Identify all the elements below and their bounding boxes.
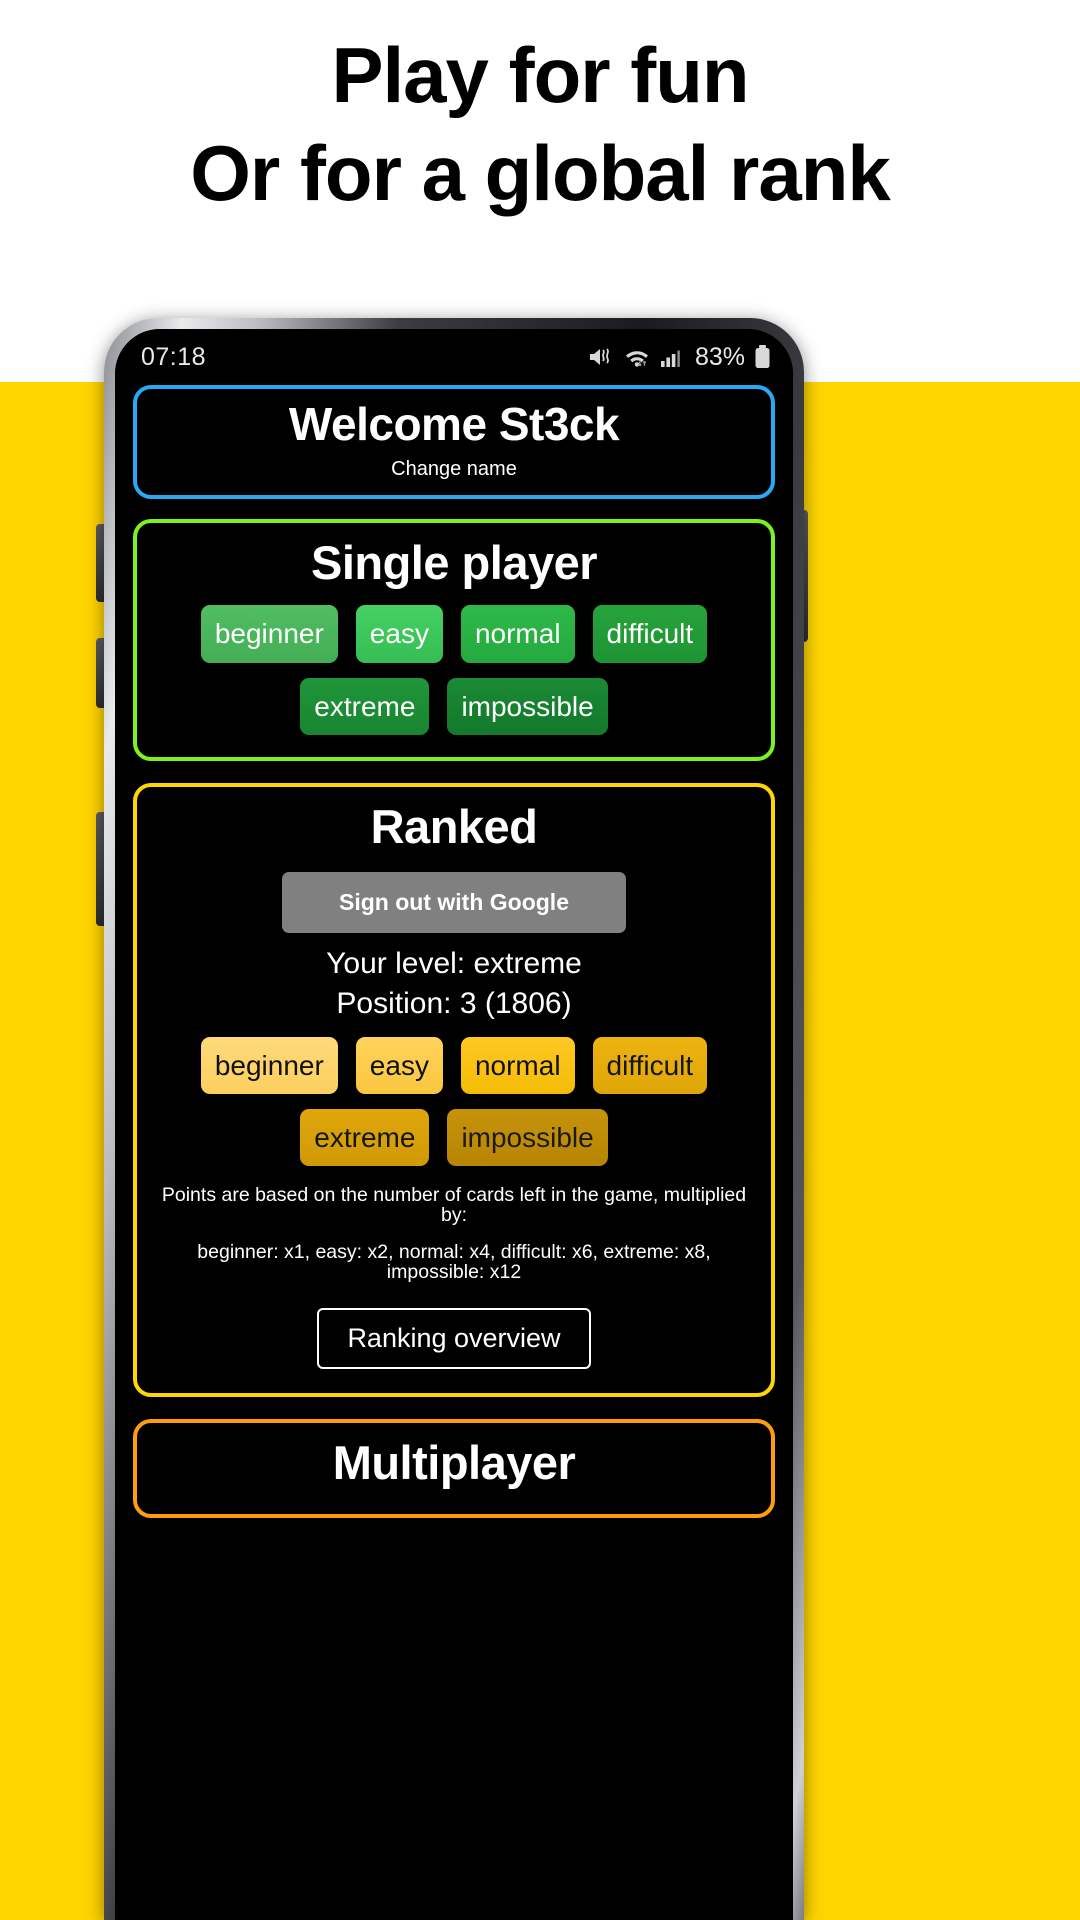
change-name-link[interactable]: Change name — [147, 458, 761, 481]
single-player-card: Single player beginner easy normal diffi… — [133, 518, 775, 761]
ranked-normal-button[interactable]: normal — [460, 1036, 575, 1094]
points-explanation-line2: beginner: x1, easy: x2, normal: x4, diff… — [197, 1241, 711, 1283]
welcome-title: Welcome St3ck — [288, 398, 620, 450]
ranked-difficulty-row-1: beginner easy normal difficult — [147, 1036, 761, 1094]
phone-mockup-frame: 07:18 83% Welcome St3ck Change name Sing… — [104, 318, 804, 1920]
app-screen: 07:18 83% Welcome St3ck Change name Sing… — [115, 329, 793, 1920]
single-player-easy-button[interactable]: easy — [355, 605, 443, 663]
points-explanation: Points are based on the number of cards … — [147, 1186, 761, 1282]
single-player-title: Single player — [310, 535, 598, 589]
promo-headline: Play for fun Or for a global rank — [0, 26, 1080, 223]
single-player-impossible-button[interactable]: impossible — [447, 677, 608, 735]
screenshot-root: Play for fun Or for a global rank 07:18 — [0, 0, 1080, 1920]
battery-percent-label: 83% — [694, 342, 745, 371]
status-bar-clock: 07:18 — [141, 342, 207, 371]
ranked-beginner-button[interactable]: beginner — [200, 1036, 338, 1094]
single-player-difficulty-row-2: extreme impossible — [147, 677, 761, 735]
volume-mute-vibrate-icon — [588, 345, 614, 369]
single-player-extreme-button[interactable]: extreme — [300, 677, 430, 735]
single-player-beginner-button[interactable]: beginner — [200, 605, 338, 663]
ranked-card: Ranked Sign out with Google Your level: … — [133, 782, 775, 1398]
your-level-label: Your level: extreme — [326, 946, 582, 980]
single-player-normal-button[interactable]: normal — [460, 605, 575, 663]
ranked-extreme-button[interactable]: extreme — [300, 1108, 430, 1167]
single-player-difficult-button[interactable]: difficult — [592, 605, 708, 663]
status-bar: 07:18 83% — [115, 329, 793, 385]
cellular-signal-icon — [660, 345, 684, 369]
position-label: Position: 3 (1806) — [336, 986, 572, 1020]
wifi-icon — [623, 345, 651, 369]
ranked-difficult-button[interactable]: difficult — [592, 1036, 708, 1094]
single-player-difficulty-row-1: beginner easy normal difficult — [147, 605, 761, 663]
promo-headline-line2: Or for a global rank — [190, 129, 890, 218]
status-bar-icons: 83% — [588, 343, 771, 372]
points-explanation-line1: Points are based on the number of cards … — [161, 1184, 747, 1226]
welcome-card[interactable]: Welcome St3ck Change name — [133, 385, 775, 499]
ranking-overview-button[interactable]: Ranking overview — [317, 1308, 591, 1370]
ranked-impossible-button[interactable]: impossible — [447, 1108, 608, 1167]
ranked-easy-button[interactable]: easy — [355, 1036, 443, 1094]
ranked-difficulty-row-2: extreme impossible — [147, 1108, 761, 1167]
battery-icon — [754, 344, 771, 370]
ranked-title: Ranked — [370, 799, 538, 853]
sign-out-with-google-button[interactable]: Sign out with Google — [282, 871, 626, 933]
multiplayer-title: Multiplayer — [332, 1436, 576, 1490]
multiplayer-card: Multiplayer — [133, 1419, 775, 1518]
phone-bezel: 07:18 83% Welcome St3ck Change name Sing… — [115, 329, 793, 1920]
promo-headline-line1: Play for fun — [331, 31, 749, 119]
